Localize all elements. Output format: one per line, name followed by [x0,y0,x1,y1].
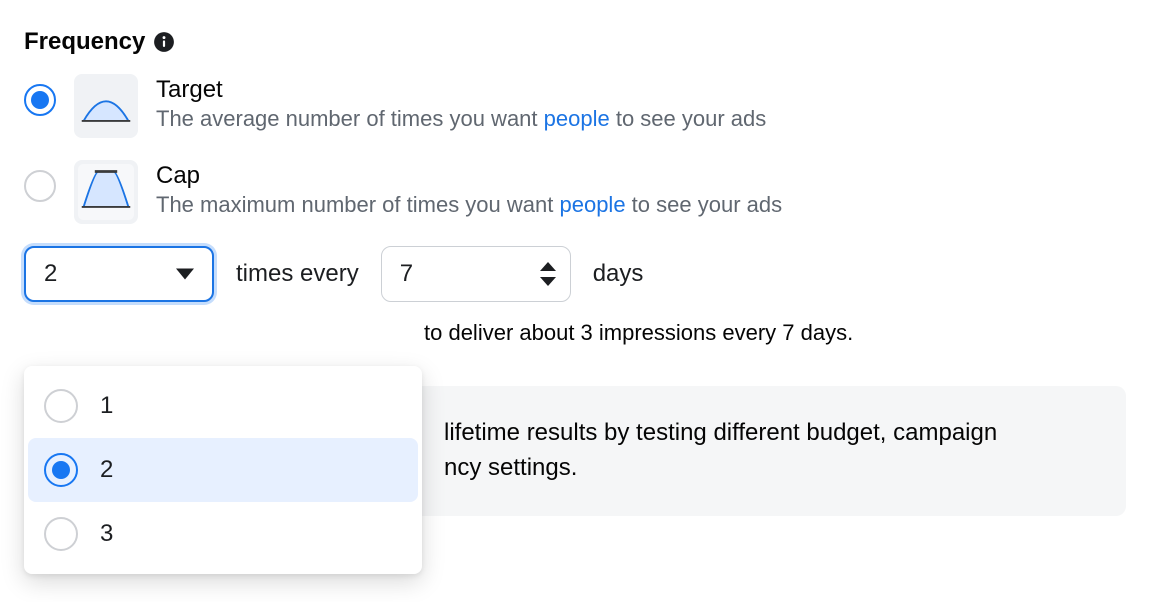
option-description: The maximum number of times you want peo… [156,192,782,218]
option-text: Cap The maximum number of times you want… [156,160,782,218]
radio-cap[interactable] [24,170,56,202]
frequency-section: Frequency Target The average number of t… [0,0,1152,346]
label-times-every: times every [236,260,359,288]
dropdown-option-3[interactable]: 3 [28,502,418,566]
info-icon[interactable] [153,31,175,53]
delivery-hint: to deliver about 3 impressions every 7 d… [24,320,1128,346]
dropdown-label: 3 [100,520,113,548]
frequency-controls: 2 times every 7 days [24,246,1128,302]
number-value: 7 [400,260,413,288]
option-text: Target The average number of times you w… [156,74,766,132]
tip-line-2: ncy settings. [444,454,577,481]
label-days: days [593,260,644,288]
option-label: Target [156,76,766,104]
radio-target[interactable] [24,84,56,116]
dropdown-label: 2 [100,456,113,484]
frequency-times-select[interactable]: 2 [24,246,214,302]
frequency-days-input[interactable]: 7 [381,246,571,302]
option-target[interactable]: Target The average number of times you w… [24,74,1128,138]
cap-icon [74,160,138,224]
dropdown-label: 1 [100,392,113,420]
section-title: Frequency [24,28,145,56]
target-icon [74,74,138,138]
chevron-down-icon [176,269,194,280]
option-description: The average number of times you want peo… [156,106,766,132]
select-value: 2 [44,260,57,288]
dropdown-option-1[interactable]: 1 [28,374,418,438]
stepper-down-icon[interactable] [540,277,556,286]
dropdown-option-2[interactable]: 2 [28,438,418,502]
dropdown-radio [44,389,78,423]
people-link[interactable]: people [559,192,625,217]
dropdown-radio [44,517,78,551]
section-header: Frequency [24,28,1128,56]
tip-line-1: lifetime results by testing different bu… [444,419,997,446]
frequency-times-dropdown[interactable]: 1 2 3 [24,366,422,574]
stepper-up-icon[interactable] [540,262,556,271]
option-label: Cap [156,162,782,190]
dropdown-radio [44,453,78,487]
option-cap[interactable]: Cap The maximum number of times you want… [24,160,1128,224]
stepper [540,262,556,286]
people-link[interactable]: people [544,106,610,131]
